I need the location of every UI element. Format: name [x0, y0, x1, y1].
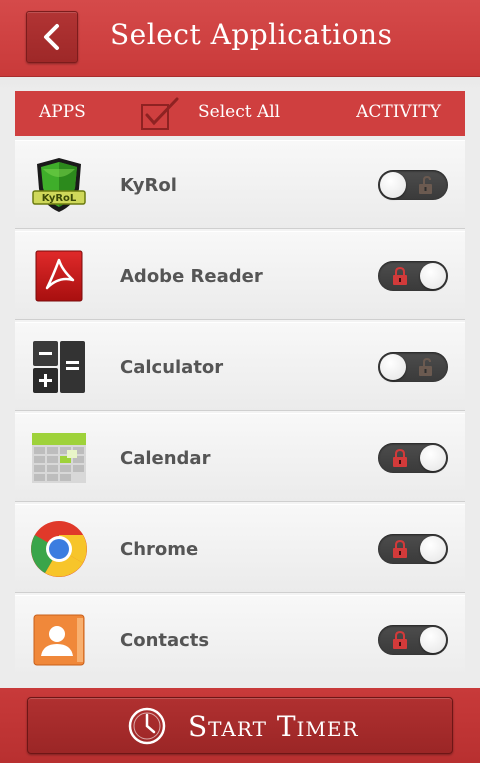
contacts-icon: [29, 610, 89, 670]
app-name: Calendar: [120, 448, 211, 469]
app-list: KyRoL KyRol Adobe Reader Calculator Cale…: [15, 140, 465, 673]
list-item[interactable]: Calculator: [15, 322, 465, 411]
start-timer-button[interactable]: Start Timer: [27, 697, 453, 754]
toggle-knob: [420, 627, 446, 653]
app-name: Adobe Reader: [120, 266, 263, 287]
locked-padlock-icon: [393, 539, 407, 558]
app-name: Chrome: [120, 539, 199, 560]
locked-padlock-icon: [393, 630, 407, 649]
calculator-icon: [29, 337, 89, 397]
calendar-icon: [29, 428, 89, 488]
chrome-icon: [29, 519, 89, 579]
select-all-checkbox[interactable]: [140, 97, 180, 136]
locked-padlock-icon: [393, 266, 407, 285]
footer-bar: Start Timer: [0, 688, 480, 763]
adobe-reader-icon: [29, 246, 89, 306]
kyrol-shield-icon: KyRoL: [29, 155, 89, 215]
page-title: Select Applications: [110, 18, 393, 51]
toggle-knob: [380, 172, 406, 198]
toggle-knob: [420, 445, 446, 471]
lock-toggle[interactable]: [378, 261, 448, 291]
app-name: KyRol: [120, 175, 177, 196]
column-apps-label: APPS: [39, 102, 86, 122]
list-item[interactable]: Adobe Reader: [15, 231, 465, 320]
column-header-bar: APPS Select All ACTIVITY: [15, 91, 465, 136]
app-name: Contacts: [120, 630, 210, 651]
start-timer-label: Start Timer: [188, 710, 359, 743]
locked-padlock-icon: [393, 448, 407, 467]
lock-toggle[interactable]: [378, 534, 448, 564]
back-button[interactable]: [26, 11, 78, 63]
lock-toggle[interactable]: [378, 170, 448, 200]
list-item[interactable]: Calendar: [15, 413, 465, 502]
unlocked-padlock-icon: [419, 175, 432, 194]
clock-icon: [128, 707, 166, 745]
toggle-knob: [380, 354, 406, 380]
unlocked-padlock-icon: [419, 357, 432, 376]
svg-text:KyRoL: KyRoL: [42, 193, 77, 204]
toggle-knob: [420, 536, 446, 562]
checkbox-check-icon: [141, 97, 179, 130]
lock-toggle[interactable]: [378, 352, 448, 382]
chevron-left-icon: [44, 24, 59, 50]
lock-toggle[interactable]: [378, 443, 448, 473]
toggle-knob: [420, 263, 446, 289]
app-name: Calculator: [120, 357, 224, 378]
list-item[interactable]: Chrome: [15, 504, 465, 593]
column-activity-label: ACTIVITY: [356, 102, 441, 122]
select-all-label[interactable]: Select All: [198, 102, 280, 122]
list-item[interactable]: Contacts: [15, 595, 465, 673]
app-header: Select Applications: [0, 0, 480, 77]
lock-toggle[interactable]: [378, 625, 448, 655]
list-item[interactable]: KyRoL KyRol: [15, 140, 465, 229]
